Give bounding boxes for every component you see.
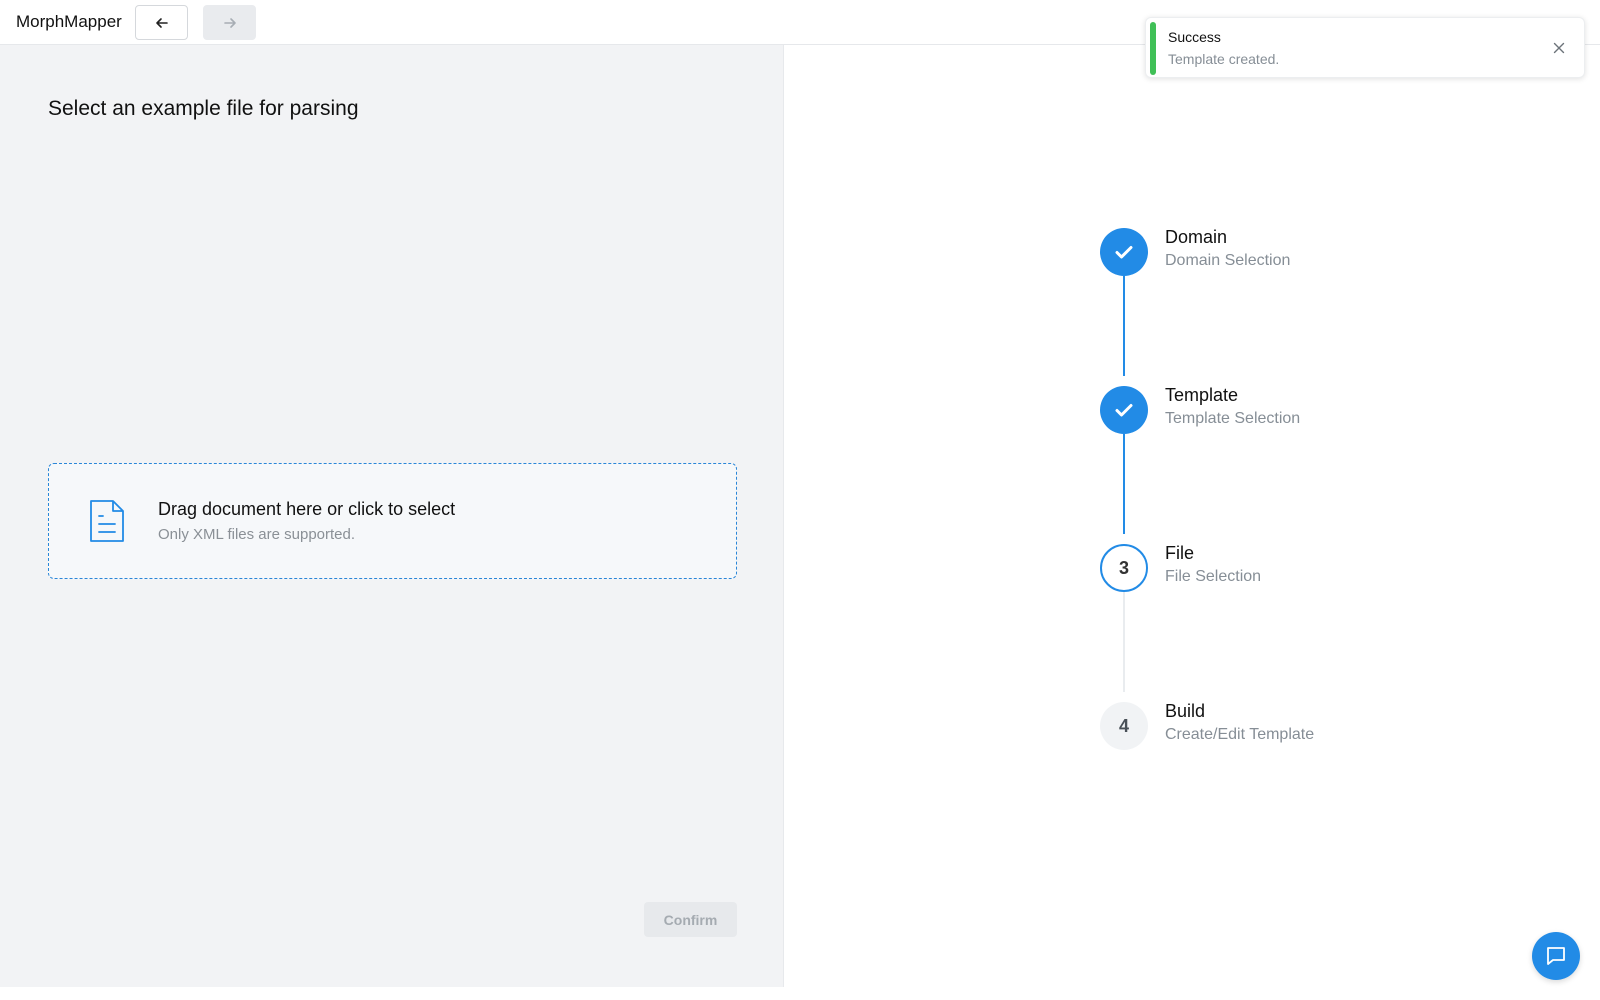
file-text-icon xyxy=(90,500,124,542)
confirm-button[interactable]: Confirm xyxy=(644,902,737,937)
step-indicator-build[interactable]: 4 xyxy=(1100,702,1148,750)
step-connector xyxy=(1123,434,1125,534)
step-description-domain: Domain Selection xyxy=(1165,252,1291,269)
check-icon xyxy=(1115,246,1133,259)
step-label-domain: Domain xyxy=(1165,227,1228,247)
step-label-build: Build xyxy=(1165,701,1206,721)
dropzone-title: Drag document here or click to select xyxy=(158,499,456,519)
notification-message: Template created. xyxy=(1168,51,1280,67)
arrow-left-icon xyxy=(155,17,168,28)
back-button[interactable] xyxy=(135,5,188,40)
forward-button[interactable] xyxy=(203,5,256,40)
progress-stepper: Domain Domain Selection Template Templat… xyxy=(1100,223,1500,750)
file-selection-panel: Select an example file for parsing Drag … xyxy=(0,45,784,987)
step-description-template: Template Selection xyxy=(1165,410,1301,427)
success-notification: Success Template created. xyxy=(1145,17,1585,78)
step-description-build: Create/Edit Template xyxy=(1165,726,1315,743)
notification-accent-bar xyxy=(1150,22,1156,75)
arrow-right-icon xyxy=(223,17,236,28)
step-indicator-domain[interactable] xyxy=(1100,228,1148,276)
notification-title: Success xyxy=(1168,29,1221,45)
page-title: Select an example file for parsing xyxy=(48,97,359,120)
step-description-file: File Selection xyxy=(1165,568,1262,585)
dropzone-subtitle: Only XML files are supported. xyxy=(158,526,356,543)
chat-button[interactable] xyxy=(1532,932,1580,980)
step-indicator-template[interactable] xyxy=(1100,386,1148,434)
file-dropzone[interactable]: Drag document here or click to select On… xyxy=(48,463,737,579)
step-label-template: Template xyxy=(1165,385,1239,405)
step-connector xyxy=(1123,276,1125,376)
step-connector xyxy=(1123,592,1125,692)
app-title: MorphMapper xyxy=(16,12,122,31)
chat-bubble-icon xyxy=(1547,947,1565,965)
step-label-file: File xyxy=(1165,543,1195,563)
step-indicator-file[interactable]: 3 xyxy=(1100,544,1148,592)
close-icon[interactable] xyxy=(1551,40,1567,56)
check-icon xyxy=(1115,404,1133,417)
